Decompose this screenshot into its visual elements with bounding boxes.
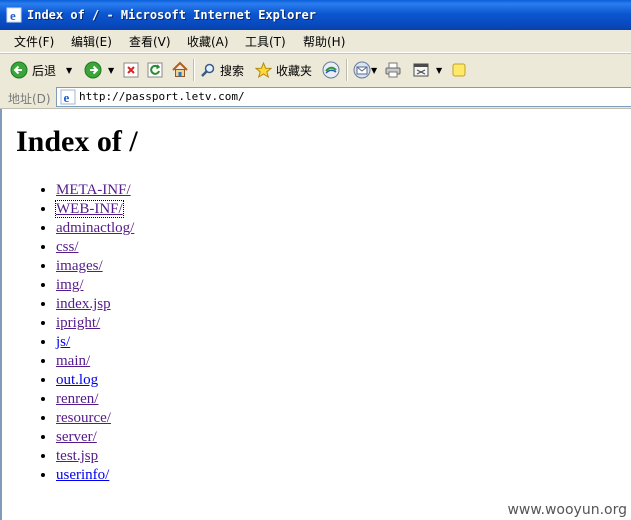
directory-link[interactable]: adminactlog/ [56,220,134,236]
stop-button[interactable] [123,57,139,83]
address-url: http://passport.letv.com/ [79,90,245,103]
list-item: index.jsp [56,295,134,314]
page-content: Index of / META-INF/WEB-INF/adminactlog/… [0,109,631,520]
search-label: 搜索 [220,63,245,78]
mail-icon [353,61,371,79]
directory-link[interactable]: server/ [56,429,97,445]
title-bar[interactable]: e Index of / - Microsoft Internet Explor… [0,0,631,30]
address-bar: 地址(D) e http://passport.letv.com/ [0,86,631,109]
svg-text:e: e [64,90,70,105]
page-heading: Index of / [16,125,138,158]
back-label: 后退 [32,63,57,78]
home-button[interactable] [171,57,189,83]
edit-page-icon [413,63,429,77]
menu-favorites[interactable]: 收藏(A) [187,33,229,50]
media-button[interactable] [322,57,340,83]
forward-dropdown-icon[interactable]: ▼ [108,57,114,83]
list-item: WEB-INF/ [55,200,134,219]
list-item: ipright/ [56,314,134,333]
forward-arrow-icon [84,61,102,79]
back-arrow-icon [10,61,28,79]
address-label: 地址(D) [8,92,51,106]
directory-link[interactable]: images/ [56,258,103,274]
stop-icon [123,62,139,78]
menu-edit[interactable]: 编辑(E) [71,33,112,50]
mail-dropdown-icon[interactable]: ▼ [371,66,377,75]
back-dropdown-icon[interactable]: ▼ [66,57,72,83]
list-item: main/ [56,352,134,371]
toolbar-separator [346,59,348,81]
page-icon: e [60,89,76,105]
favorites-star-icon [255,61,272,78]
discuss-note-icon [452,63,466,77]
search-button[interactable]: 搜索 [200,57,244,83]
refresh-icon [147,62,163,78]
directory-link[interactable]: ipright/ [56,315,100,331]
toolbar-separator [193,59,195,81]
menu-file[interactable]: 文件(F) [14,33,54,50]
search-icon [201,63,215,77]
menu-tools[interactable]: 工具(T) [245,33,286,50]
list-item: img/ [56,276,134,295]
directory-link[interactable]: WEB-INF/ [55,200,124,218]
directory-link[interactable]: css/ [56,239,79,255]
directory-link[interactable]: main/ [56,353,90,369]
discuss-button[interactable] [451,57,467,83]
list-item: renren/ [56,390,134,409]
back-button[interactable]: 后退 [10,57,56,83]
directory-link[interactable]: index.jsp [56,296,111,312]
media-icon [322,61,340,79]
internet-explorer-icon: e [6,7,22,23]
menu-bar: 文件(F) 编辑(E) 查看(V) 收藏(A) 工具(T) 帮助(H) [0,30,631,53]
directory-link[interactable]: renren/ [56,391,98,407]
list-item: server/ [56,428,134,447]
print-icon [385,62,401,78]
refresh-button[interactable] [147,57,163,83]
list-item: css/ [56,238,134,257]
directory-link[interactable]: test.jsp [56,448,98,464]
list-item: out.log [56,371,134,390]
address-input[interactable]: e http://passport.letv.com/ [56,87,631,107]
menu-help[interactable]: 帮助(H) [303,33,345,50]
list-item: test.jsp [56,447,134,466]
forward-button[interactable] [84,57,102,83]
list-item: images/ [56,257,134,276]
list-item: userinfo/ [56,466,134,485]
favorites-label: 收藏夹 [276,63,313,78]
directory-link[interactable]: userinfo/ [56,467,109,483]
window-title: Index of / - Microsoft Internet Explorer [27,8,316,22]
svg-text:e: e [10,8,16,23]
watermark: www.wooyun.org [507,502,627,518]
directory-link[interactable]: img/ [56,277,84,293]
mail-button[interactable]: ▼ [353,57,377,83]
directory-link[interactable]: js/ [56,334,70,350]
directory-link[interactable]: META-INF/ [56,182,131,198]
home-icon [172,61,188,77]
standard-toolbar: 后退 ▼ ▼ 搜索 收藏夹 ▼ ▼ [0,53,631,87]
list-item: js/ [56,333,134,352]
list-item: adminactlog/ [56,219,134,238]
favorites-button[interactable]: 收藏夹 [255,57,312,83]
list-item: META-INF/ [56,181,134,200]
directory-listing: META-INF/WEB-INF/adminactlog/css/images/… [2,181,134,485]
edit-dropdown-icon[interactable]: ▼ [436,66,442,75]
directory-link[interactable]: out.log [56,372,98,388]
directory-link[interactable]: resource/ [56,410,111,426]
list-item: resource/ [56,409,134,428]
print-button[interactable] [384,57,402,83]
edit-button[interactable]: ▼ [412,57,442,83]
menu-view[interactable]: 查看(V) [129,33,171,50]
